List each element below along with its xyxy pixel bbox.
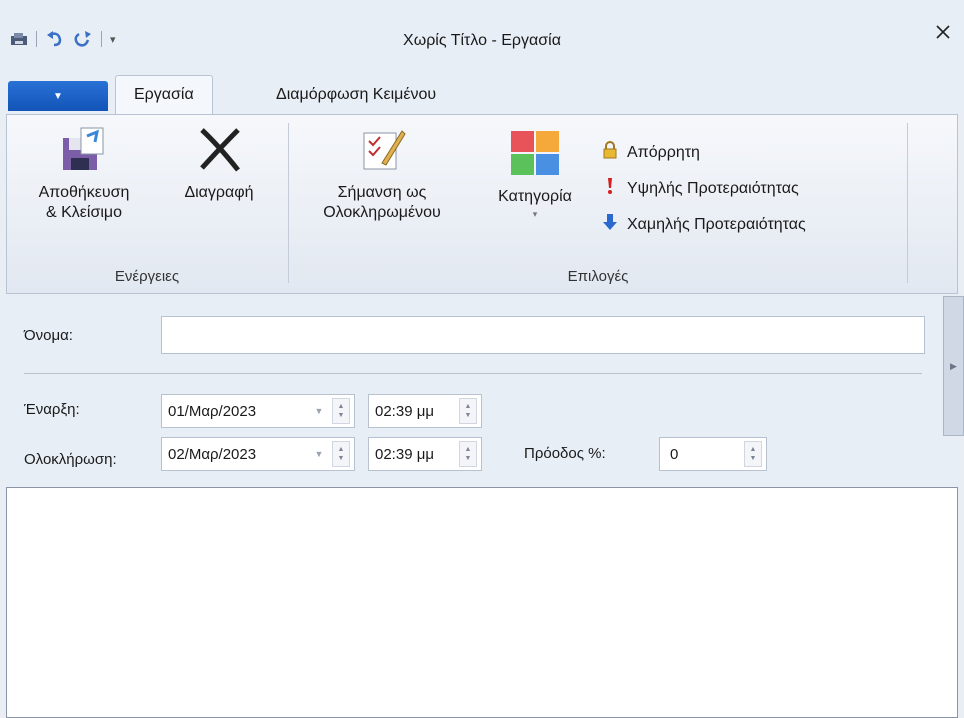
end-date-field[interactable]: 02/Μαρ/2023 ▼ ▲ ▼ [161, 437, 355, 471]
high-priority-icon [601, 177, 619, 200]
name-input[interactable] [161, 316, 925, 354]
close-icon [935, 24, 951, 43]
lock-icon [601, 141, 619, 164]
start-date-spinner[interactable]: ▲ ▼ [332, 398, 350, 424]
form-divider [24, 373, 922, 374]
app-menu-button[interactable]: ▼ [8, 81, 108, 111]
ribbon-tabs: ▼ Εργασία Διαμόρφωση Κειμένου [0, 70, 964, 114]
end-label: Ολοκλήρωση: [24, 451, 117, 468]
high-priority-label: Υψηλής Προτεραιότητας [627, 179, 799, 197]
notes-editor[interactable] [6, 487, 958, 718]
tab-text-format[interactable]: Διαμόρφωση Κειμένου [258, 75, 454, 114]
name-label: Όνομα: [24, 327, 73, 344]
progress-label: Πρόοδος %: [524, 445, 606, 462]
progress-value: 0 [670, 445, 679, 463]
group-label-actions: Ενέργειες [114, 268, 180, 285]
delete-icon [193, 123, 245, 175]
group-options: Σήμανση ως Ολοκληρωμένου Κατηγορία ▾ Από… [289, 115, 907, 293]
category-button[interactable]: Κατηγορία ▾ [479, 123, 591, 220]
chevron-down-icon: ▼ [53, 90, 63, 102]
category-label: Κατηγορία [498, 188, 572, 205]
group-actions: Αποθήκευση & Κλείσιμο Διαγραφή Ενέργειες [7, 115, 287, 293]
high-priority-button[interactable]: Υψηλής Προτεραιότητας [601, 177, 799, 200]
private-label: Απόρρητη [627, 143, 700, 161]
progress-field[interactable]: 0 ▲ ▼ [659, 437, 767, 471]
task-form: Όνομα: Έναρξη: 01/Μαρ/2023 ▼ ▲ ▼ 02:39 μμ… [6, 296, 958, 486]
save-close-label: Αποθήκευση & Κλείσιμο [38, 184, 130, 221]
chevron-down-icon[interactable]: ▼ [310, 398, 328, 424]
start-time-field[interactable]: 02:39 μμ ▲ ▼ [368, 394, 482, 428]
save-close-icon [58, 123, 110, 175]
low-priority-button[interactable]: Χαμηλής Προτεραιότητας [601, 213, 806, 236]
side-panel-toggle[interactable]: ▶ [943, 296, 964, 436]
group-separator [907, 123, 908, 283]
window-title: Χωρίς Τίτλο - Εργασία [403, 32, 561, 49]
chevron-right-icon: ▶ [950, 360, 957, 371]
delete-button[interactable]: Διαγραφή [165, 123, 273, 203]
title-bar: ▾ Χωρίς Τίτλο - Εργασία [0, 0, 964, 70]
category-icon [509, 127, 561, 179]
start-label: Έναρξη: [24, 401, 80, 418]
close-button[interactable] [928, 20, 958, 46]
start-date-field[interactable]: 01/Μαρ/2023 ▼ ▲ ▼ [161, 394, 355, 428]
start-time-value: 02:39 μμ [375, 402, 434, 420]
group-label-options: Επιλογές [567, 268, 629, 285]
save-close-button[interactable]: Αποθήκευση & Κλείσιμο [13, 123, 155, 223]
low-priority-label: Χαμηλής Προτεραιότητας [627, 215, 806, 233]
delete-label: Διαγραφή [184, 184, 254, 201]
private-button[interactable]: Απόρρητη [601, 141, 700, 164]
end-date-spinner[interactable]: ▲ ▼ [332, 441, 350, 467]
start-date-value: 01/Μαρ/2023 [168, 402, 257, 420]
end-time-value: 02:39 μμ [375, 445, 434, 463]
tab-task[interactable]: Εργασία [115, 75, 213, 114]
low-priority-icon [601, 213, 619, 236]
chevron-down-icon: ▾ [532, 209, 538, 219]
end-date-value: 02/Μαρ/2023 [168, 445, 257, 463]
mark-complete-button[interactable]: Σήμανση ως Ολοκληρωμένου [297, 123, 467, 223]
start-time-spinner[interactable]: ▲ ▼ [459, 398, 477, 424]
end-time-field[interactable]: 02:39 μμ ▲ ▼ [368, 437, 482, 471]
ribbon: Αποθήκευση & Κλείσιμο Διαγραφή Ενέργειες [6, 114, 958, 294]
progress-spinner[interactable]: ▲ ▼ [744, 441, 762, 467]
mark-complete-label: Σήμανση ως Ολοκληρωμένου [323, 184, 441, 221]
end-time-spinner[interactable]: ▲ ▼ [459, 441, 477, 467]
mark-complete-icon [356, 123, 408, 175]
chevron-down-icon[interactable]: ▼ [310, 441, 328, 467]
